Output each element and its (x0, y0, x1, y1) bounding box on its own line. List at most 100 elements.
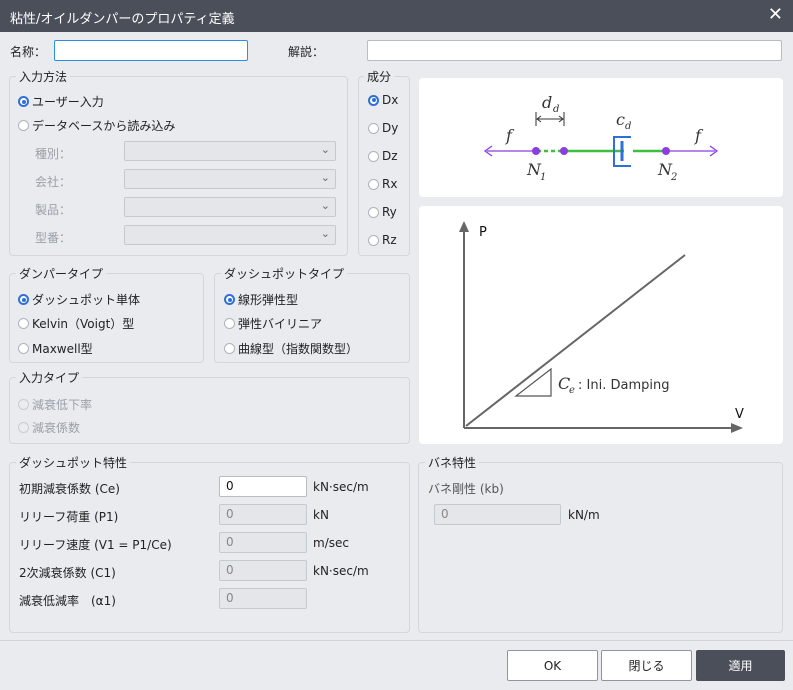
radio-rx-label: Rx (382, 177, 398, 191)
radio-dx-label: Dx (382, 93, 399, 107)
close-button[interactable]: 閉じる (601, 650, 692, 681)
radio-indicator (224, 294, 235, 305)
v1-label: リリーフ速度 (V1 = P1/Ce) (19, 538, 172, 552)
radio-damping-coeff-label: 減衰係数 (32, 421, 81, 435)
radio-ry[interactable]: Ry (368, 205, 397, 219)
product-select[interactable]: ⌄ (124, 197, 336, 217)
radio-user-input-label: ユーザー入力 (32, 95, 104, 109)
name-input[interactable] (54, 40, 248, 61)
description-label: 解説： (288, 45, 325, 59)
c1-label: 2次減衰係数 (C1) (19, 566, 116, 580)
kb-unit: kN/m (568, 508, 600, 522)
radio-maxwell-label: Maxwell型 (32, 342, 93, 356)
alpha1-label: 減衰低減率 (α1) (19, 594, 116, 608)
title-bar: 粘性/オイルダンパーのプロパティ定義 ✕ (0, 0, 793, 32)
radio-dashpot-only-label: ダッシュポット単体 (32, 293, 141, 307)
damper-diagram-panel: f f d d c d N 1 N 2 (419, 78, 783, 197)
radio-indicator (18, 120, 29, 131)
radio-dashpot-only[interactable]: ダッシュポット単体 (18, 291, 140, 308)
component-title: 成分 (364, 68, 395, 85)
c1-unit: kN·sec/m (313, 564, 369, 578)
radio-dz[interactable]: Dz (368, 149, 398, 163)
radio-damping-reduction[interactable]: 減衰低下率 (18, 396, 92, 413)
product-label: 製品： (35, 203, 72, 217)
p1-label: リリーフ荷重 (P1) (19, 510, 119, 524)
radio-damping-coeff[interactable]: 減衰係数 (18, 419, 80, 436)
dashpot-type-title: ダッシュポットタイプ (221, 265, 348, 282)
dashpot-props-title: ダッシュポット特性 (16, 454, 131, 471)
radio-bilinear-label: 弾性バイリニア (238, 317, 323, 331)
p1-input[interactable]: 0 (219, 504, 307, 525)
company-label: 会社： (35, 175, 72, 189)
pv-graph-panel: P V C e : Ini. Damping (419, 206, 783, 444)
ce-input[interactable]: 0 (219, 476, 307, 497)
kb-label: バネ剛性 (kb) (428, 482, 504, 496)
radio-database[interactable]: データベースから読み込み (18, 117, 175, 134)
v1-input[interactable]: 0 (219, 532, 307, 553)
force-left-label: f (505, 126, 515, 145)
n1-sub: 1 (540, 172, 546, 183)
damping-line (465, 254, 686, 427)
node-n2 (662, 147, 670, 155)
radio-indicator (368, 206, 379, 218)
radio-kelvin[interactable]: Kelvin（Voigt）型 (18, 315, 134, 332)
x-axis-arrow-icon (731, 423, 743, 433)
spring-props-title: バネ特性 (425, 454, 480, 471)
pv-graph: P V C e : Ini. Damping (459, 221, 744, 433)
radio-indicator (18, 318, 29, 329)
node-mid (560, 147, 568, 155)
description-input[interactable] (367, 40, 782, 61)
radio-database-label: データベースから読み込み (32, 119, 176, 133)
type-label: 種別： (35, 147, 72, 161)
apply-button[interactable]: 適用 (696, 650, 785, 681)
radio-indicator (18, 422, 29, 433)
radio-indicator (18, 343, 29, 354)
ce-label: 初期減衰係数 (Ce) (19, 482, 120, 496)
y-axis-arrow-icon (459, 221, 469, 232)
company-select[interactable]: ⌄ (124, 169, 336, 189)
close-icon[interactable]: ✕ (768, 4, 783, 25)
radio-indicator (368, 94, 379, 106)
name-label: 名称： (10, 45, 47, 59)
radio-linear-elastic[interactable]: 線形弾性型 (224, 291, 298, 308)
radio-rx[interactable]: Rx (368, 177, 397, 191)
radio-ry-label: Ry (382, 205, 397, 219)
radio-dy-label: Dy (382, 121, 399, 135)
input-method-title: 入力方法 (16, 68, 71, 85)
c1-input[interactable]: 0 (219, 560, 307, 581)
radio-dx[interactable]: Dx (368, 93, 398, 107)
radio-indicator (368, 150, 379, 162)
force-right-label: f (694, 126, 704, 145)
ce-unit: kN·sec/m (313, 480, 369, 494)
radio-bilinear[interactable]: 弾性バイリニア (224, 315, 322, 332)
damper-diagram: f f d d c d N 1 N 2 (483, 93, 719, 183)
radio-maxwell[interactable]: Maxwell型 (18, 340, 93, 357)
radio-dz-label: Dz (382, 149, 398, 163)
footer-divider (0, 640, 793, 641)
model-select[interactable]: ⌄ (124, 225, 336, 245)
kb-input[interactable]: 0 (434, 504, 561, 525)
model-label: 型番： (35, 231, 72, 245)
radio-exponential[interactable]: 曲線型（指数関数型） (224, 340, 358, 357)
radio-indicator (368, 122, 379, 134)
alpha1-input[interactable]: 0 (219, 588, 307, 609)
chevron-down-icon: ⌄ (320, 227, 330, 240)
radio-kelvin-label: Kelvin（Voigt）型 (32, 317, 135, 331)
radio-indicator (368, 178, 379, 190)
damper-type-title: ダンパータイプ (16, 265, 107, 282)
radio-indicator (18, 96, 29, 107)
cd-sub: d (625, 121, 631, 132)
ok-button[interactable]: OK (507, 650, 598, 681)
cd-label: c (616, 110, 625, 129)
node-n1 (532, 147, 540, 155)
p1-unit: kN (313, 508, 329, 522)
radio-user-input[interactable]: ユーザー入力 (18, 93, 104, 110)
radio-damping-reduction-label: 減衰低下率 (32, 398, 93, 412)
radio-rz[interactable]: Rz (368, 233, 397, 247)
type-select[interactable]: ⌄ (124, 141, 336, 161)
chevron-down-icon: ⌄ (320, 171, 330, 184)
radio-dy[interactable]: Dy (368, 121, 398, 135)
radio-indicator (368, 234, 379, 246)
window-title: 粘性/オイルダンパーのプロパティ定義 (10, 12, 235, 27)
chevron-down-icon: ⌄ (320, 143, 330, 156)
